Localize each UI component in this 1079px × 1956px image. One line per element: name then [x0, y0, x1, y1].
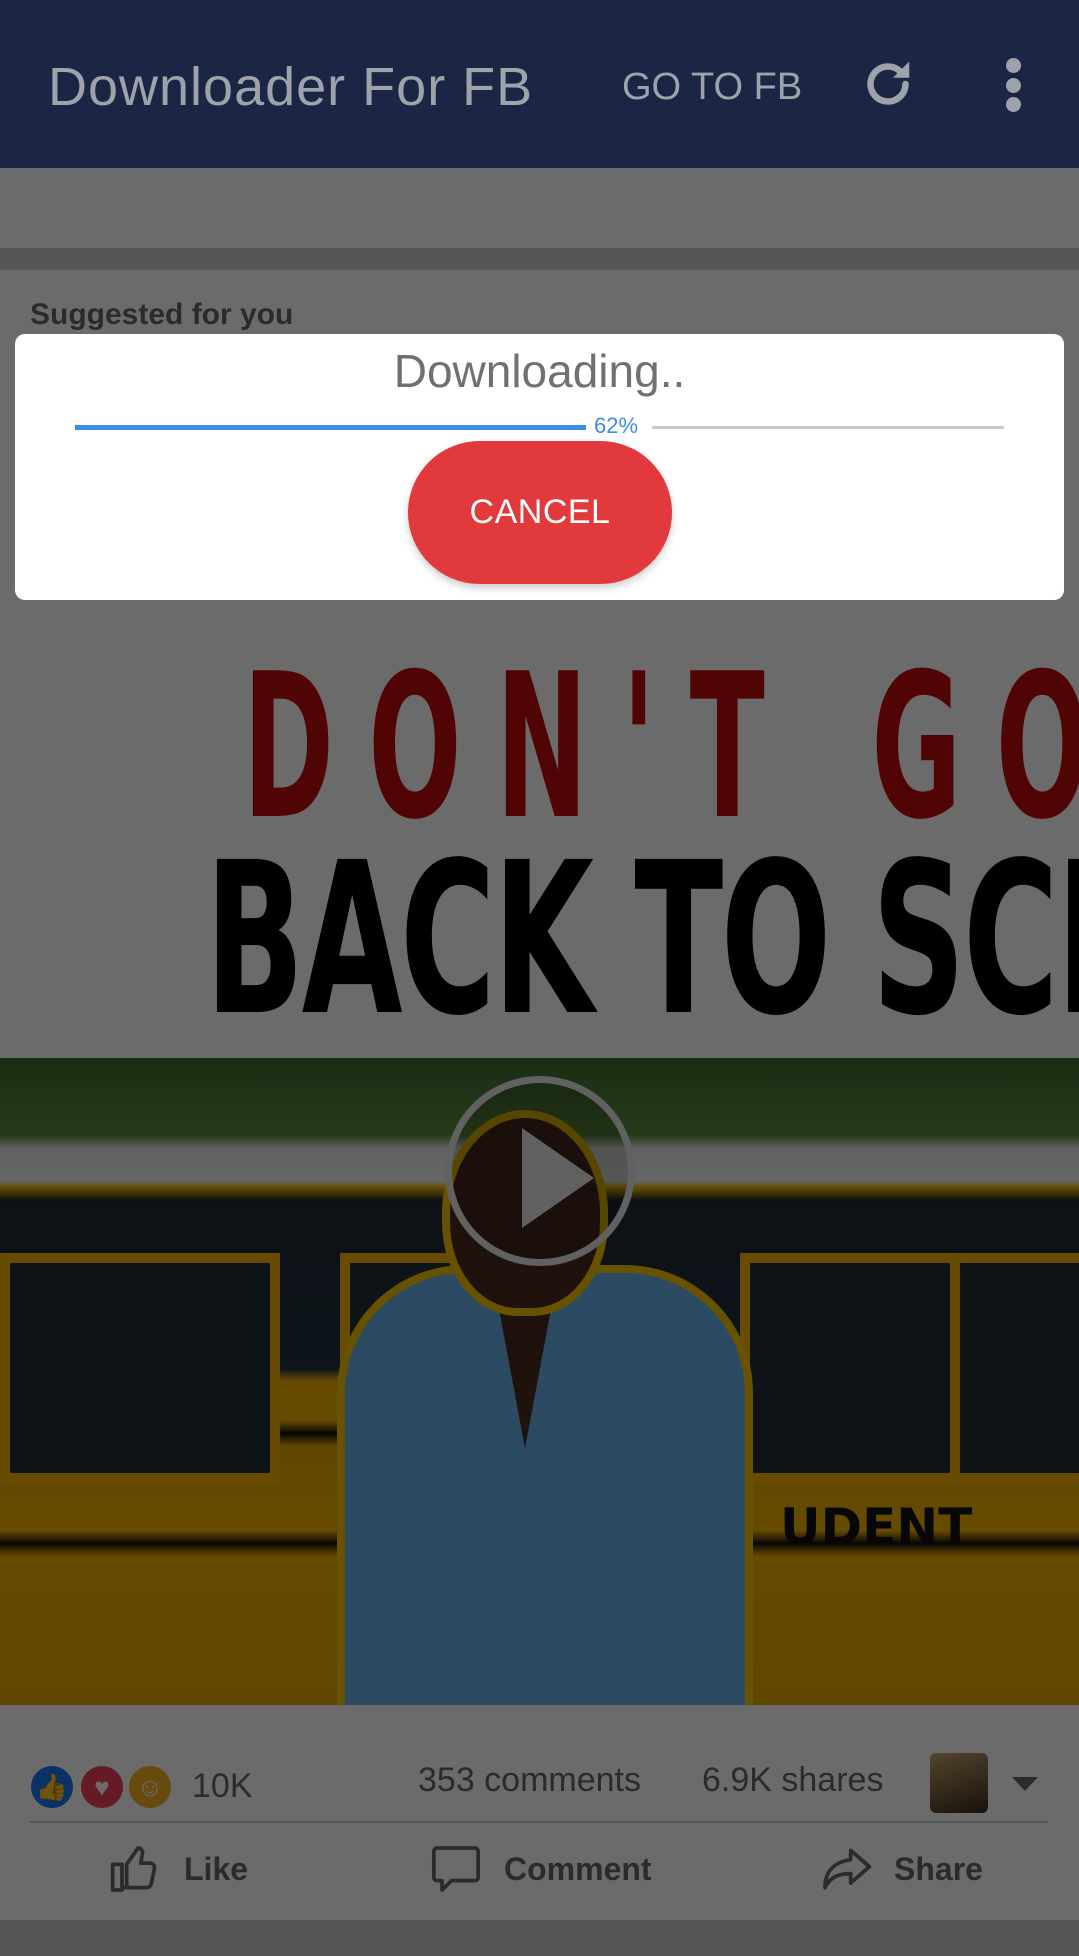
screen: Vsync off motion blur off graphic low do… [0, 0, 1079, 1956]
progress-label: 62% [594, 413, 639, 438]
cancel-button[interactable]: CANCEL [408, 441, 672, 584]
dialog-title: Downloading.. [393, 345, 686, 397]
progress-bar-fill [75, 425, 586, 430]
go-to-fb-button[interactable]: GO TO FB [622, 66, 802, 109]
modal-scrim[interactable] [0, 0, 1079, 1956]
more-vert-icon[interactable] [998, 58, 1028, 112]
app-title: Downloader For FB [48, 57, 534, 117]
download-dialog: Downloading.. 62% CANCEL [15, 334, 1064, 600]
app-bar: Downloader For FB GO TO FB [0, 0, 1079, 168]
refresh-icon[interactable] [858, 54, 918, 114]
progress-bar-track [652, 426, 1004, 429]
